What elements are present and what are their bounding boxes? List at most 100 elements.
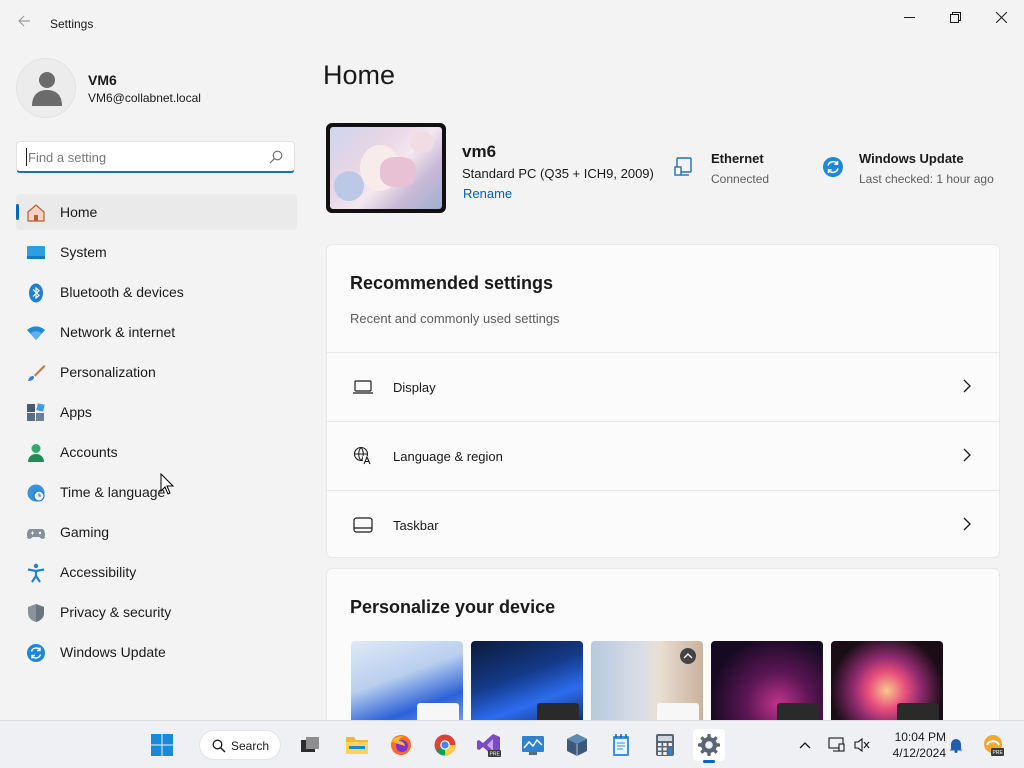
volume-tray-button[interactable] xyxy=(852,735,872,755)
theme-thumbnail-light-bloom[interactable] xyxy=(351,641,463,731)
theme-thumbnail-flow[interactable] xyxy=(831,641,943,731)
ethernet-title: Ethernet xyxy=(711,151,764,166)
sidebar-item-label: Time & language xyxy=(60,484,166,500)
device-wallpaper-thumbnail xyxy=(326,123,446,213)
taskbar-app-calculator[interactable] xyxy=(649,729,681,761)
sidebar-item-label: Apps xyxy=(60,404,92,420)
theme-thumbnail-dark-bloom[interactable] xyxy=(471,641,583,731)
restore-button[interactable] xyxy=(932,4,978,30)
sidebar-item-label: Network & internet xyxy=(60,324,176,340)
taskbar: Search PRE 10:04 PM 4/12/2024 PRE xyxy=(0,720,1024,768)
clock-date: 4/12/2024 xyxy=(892,746,946,760)
chevron-up-icon xyxy=(799,742,811,749)
windows-update-status[interactable]: Windows Update Last checked: 1 hour ago xyxy=(822,150,1002,194)
sidebar-item-privacy[interactable]: Privacy & security xyxy=(16,594,297,630)
taskbar-app-notepad[interactable] xyxy=(605,729,637,761)
theme-thumbnail-glow[interactable] xyxy=(591,641,703,731)
clock-time: 10:04 PM xyxy=(894,730,946,744)
svg-text:PRE: PRE xyxy=(993,750,1004,756)
taskbar-app-chrome[interactable] xyxy=(429,729,461,761)
personalize-card: Personalize your device xyxy=(326,568,1000,731)
sidebar-item-network[interactable]: Network & internet xyxy=(16,314,297,350)
taskbar-app-performance-monitor[interactable] xyxy=(517,729,549,761)
ethernet-status[interactable]: Ethernet Connected xyxy=(674,150,804,194)
close-button[interactable] xyxy=(978,4,1024,30)
theme-thumbnail-captured-motion[interactable] xyxy=(711,641,823,731)
svg-text:PRE: PRE xyxy=(490,752,501,758)
profile-email: VM6@collabnet.local xyxy=(88,91,201,105)
chevron-right-icon xyxy=(963,379,971,393)
sidebar-item-label: Personalization xyxy=(60,364,156,380)
device-model: Standard PC (Q35 + ICH9, 2009) xyxy=(462,166,654,181)
sidebar-item-apps[interactable]: Apps xyxy=(16,394,297,430)
rename-link[interactable]: Rename xyxy=(463,186,512,201)
chrome-icon xyxy=(434,734,456,756)
sidebar-item-home[interactable]: Home xyxy=(16,194,297,230)
wifi-icon xyxy=(27,326,45,340)
recommended-subtitle: Recent and commonly used settings xyxy=(350,311,560,326)
recommended-item-taskbar[interactable]: Taskbar xyxy=(327,490,999,558)
user-profile[interactable]: VM6 VM6@collabnet.local xyxy=(16,58,286,118)
monitor-chart-icon xyxy=(522,736,544,755)
taskbar-app-virtualbox[interactable] xyxy=(561,729,593,761)
windows-update-title: Windows Update xyxy=(859,151,964,166)
ethernet-subtitle: Connected xyxy=(711,172,770,186)
taskbar-app-visual-studio-preview[interactable]: PRE xyxy=(473,729,505,761)
accounts-icon xyxy=(28,444,44,462)
sidebar-item-label: System xyxy=(60,244,107,260)
sidebar-item-bluetooth[interactable]: Bluetooth & devices xyxy=(16,274,297,310)
copilot-preview-icon: PRE xyxy=(984,735,1004,756)
language-icon xyxy=(353,446,372,465)
taskbar-app-settings[interactable] xyxy=(693,729,725,763)
sidebar-item-label: Windows Update xyxy=(60,644,166,660)
window-title: Settings xyxy=(50,17,94,31)
recommended-settings-card: Recommended settings Recent and commonly… xyxy=(326,244,1000,558)
shield-icon xyxy=(28,604,44,622)
task-view-button[interactable] xyxy=(294,729,326,761)
search-input[interactable] xyxy=(26,148,256,166)
sidebar-item-time-language[interactable]: Time & language xyxy=(16,474,297,510)
taskbar-clock[interactable]: 10:04 PM 4/12/2024 xyxy=(880,729,946,761)
back-arrow-icon[interactable] xyxy=(12,13,36,35)
notifications-button[interactable] xyxy=(946,735,966,755)
bluetooth-icon xyxy=(29,283,43,303)
slideshow-icon xyxy=(680,648,696,664)
start-button[interactable] xyxy=(146,729,178,761)
sidebar-item-gaming[interactable]: Gaming xyxy=(16,514,297,550)
search-box[interactable] xyxy=(16,141,295,173)
sidebar-item-label: Bluetooth & devices xyxy=(60,284,184,300)
taskbar-app-file-explorer[interactable] xyxy=(341,729,373,761)
copilot-preview-button[interactable]: PRE xyxy=(980,735,1006,756)
sidebar-item-label: Accessibility xyxy=(60,564,137,580)
gear-icon xyxy=(698,734,720,756)
task-view-icon xyxy=(301,737,319,752)
sidebar-item-accounts[interactable]: Accounts xyxy=(16,434,297,470)
sidebar-item-windows-update[interactable]: Windows Update xyxy=(16,634,297,670)
sidebar-nav: Home System Bluetooth & devices Network … xyxy=(16,194,297,674)
mouse-cursor-icon xyxy=(160,473,174,495)
recommended-item-language-region[interactable]: Language & region xyxy=(327,421,999,489)
show-hidden-icons-button[interactable] xyxy=(795,735,815,755)
sidebar-item-personalization[interactable]: Personalization xyxy=(16,354,297,390)
sidebar-item-accessibility[interactable]: Accessibility xyxy=(16,554,297,590)
title-bar: Settings xyxy=(0,0,1024,48)
home-icon xyxy=(27,204,45,222)
taskbar-search-label: Search xyxy=(231,739,270,753)
update-icon xyxy=(27,644,45,662)
network-tray-button[interactable] xyxy=(826,735,846,755)
taskbar-app-firefox[interactable] xyxy=(385,729,417,761)
display-icon xyxy=(353,380,373,394)
profile-name: VM6 xyxy=(88,72,117,88)
sidebar-item-label: Home xyxy=(60,204,98,220)
recommended-item-label: Display xyxy=(393,380,436,395)
gamepad-icon xyxy=(27,529,45,539)
taskbar-search[interactable]: Search xyxy=(199,730,281,760)
search-icon xyxy=(212,739,226,753)
bell-icon xyxy=(949,739,963,753)
sidebar-item-system[interactable]: System xyxy=(16,234,297,270)
minimize-button[interactable] xyxy=(886,4,932,30)
recommended-item-display[interactable]: Display xyxy=(327,352,999,420)
avatar xyxy=(16,58,76,118)
person-icon xyxy=(32,72,62,106)
search-icon[interactable] xyxy=(269,150,283,164)
